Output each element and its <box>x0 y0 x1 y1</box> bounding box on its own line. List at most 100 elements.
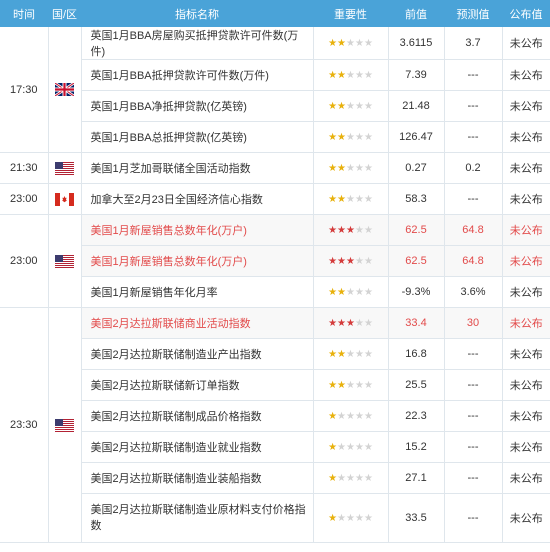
table-row[interactable]: 23:30 美国2月达拉斯联储商业活动指数 ★★★★★ 33.4 30 未公布 <box>0 307 550 543</box>
table-row[interactable]: 23:00 加拿大至2月23日全国经济信心指数 ★★★★★ 58.3 --- 未公布 <box>0 183 550 215</box>
star-filled-icon: ★ <box>337 38 347 49</box>
forecast-value: 0.2 <box>444 152 503 184</box>
indicator-name[interactable]: 美国2月达拉斯联储制造业装船指数 <box>81 462 314 494</box>
us-flag-icon <box>55 254 74 268</box>
star-empty-icon: ★ <box>363 70 373 81</box>
star-filled-icon: ★ <box>337 132 347 143</box>
indicator-name[interactable]: 美国2月达拉斯联储新订单指数 <box>81 369 314 401</box>
star-empty-icon: ★ <box>363 411 373 422</box>
published-value: 未公布 <box>502 307 550 339</box>
indicator-name[interactable]: 美国2月达拉斯联储制成品价格指数 <box>81 400 314 432</box>
header-published[interactable]: 公布值 <box>502 0 550 27</box>
uk-flag-icon <box>54 81 75 98</box>
importance-rating: ★★★★★ <box>313 276 389 308</box>
header-importance[interactable]: 重要性 <box>313 0 388 27</box>
star-empty-icon: ★ <box>354 70 364 81</box>
star-filled-icon: ★ <box>328 349 338 360</box>
published-value: 未公布 <box>502 338 550 370</box>
star-empty-icon: ★ <box>354 380 364 391</box>
star-empty-icon: ★ <box>363 513 373 524</box>
header-previous[interactable]: 前值 <box>388 0 444 27</box>
star-empty-icon: ★ <box>363 349 373 360</box>
table-row[interactable]: 21:30 美国1月芝加哥联储全国活动指数 ★★★★★ 0.27 0.2 未公布 <box>0 152 550 184</box>
indicator-name[interactable]: 美国2月达拉斯联储商业活动指数 <box>81 307 314 339</box>
star-empty-icon: ★ <box>337 473 347 484</box>
us-flag-icon <box>55 418 74 432</box>
star-empty-icon: ★ <box>346 38 355 49</box>
star-empty-icon: ★ <box>354 318 364 329</box>
table-header: 时间 国/区 指标名称 重要性 前值 预测值 公布值 <box>0 0 550 27</box>
indicator-name[interactable]: 英国1月BBA抵押贷款许可件数(万件) <box>81 59 314 91</box>
table-row[interactable]: 英国1月BBA净抵押贷款(亿英镑) ★★★★★ 21.48 --- 未公布 <box>0 90 550 122</box>
star-empty-icon: ★ <box>337 411 347 422</box>
published-value: 未公布 <box>502 121 550 153</box>
star-filled-icon: ★ <box>328 513 338 524</box>
previous-value: 3.6115 <box>388 27 445 60</box>
table-row[interactable]: 美国2月达拉斯联储制造业装船指数 ★★★★★ 27.1 --- 未公布 <box>0 462 550 494</box>
indicator-name[interactable]: 美国2月达拉斯联储制造业原材料支付价格指数 <box>81 493 314 543</box>
table-row[interactable]: 英国1月BBA抵押贷款许可件数(万件) ★★★★★ 7.39 --- 未公布 <box>0 59 550 91</box>
star-filled-icon: ★ <box>328 194 338 205</box>
star-empty-icon: ★ <box>363 225 373 236</box>
indicator-name[interactable]: 美国2月达拉斯联储制造业产出指数 <box>81 338 314 370</box>
forecast-value: --- <box>444 121 503 153</box>
star-empty-icon: ★ <box>354 287 364 298</box>
event-time: 23:00 <box>0 214 49 308</box>
header-forecast[interactable]: 预测值 <box>444 0 502 27</box>
indicator-name[interactable]: 英国1月BBA总抵押贷款(亿英镑) <box>81 121 314 153</box>
table-row[interactable]: 美国2月达拉斯联储制造业就业指数 ★★★★★ 15.2 --- 未公布 <box>0 431 550 463</box>
star-filled-icon: ★ <box>328 225 338 236</box>
table-row[interactable]: 美国2月达拉斯联储制造业产出指数 ★★★★★ 16.8 --- 未公布 <box>0 338 550 370</box>
forecast-value: 30 <box>444 307 503 339</box>
indicator-name[interactable]: 美国1月新屋销售总数年化(万户) <box>81 245 314 277</box>
star-filled-icon: ★ <box>328 411 338 422</box>
indicator-name[interactable]: 美国1月芝加哥联储全国活动指数 <box>81 152 314 184</box>
importance-rating: ★★★★★ <box>313 307 389 339</box>
star-filled-icon: ★ <box>328 101 338 112</box>
previous-value: 58.3 <box>388 183 445 215</box>
header-time[interactable]: 时间 <box>0 0 48 27</box>
importance-rating: ★★★★★ <box>313 338 389 370</box>
indicator-name[interactable]: 加拿大至2月23日全国经济信心指数 <box>81 183 314 215</box>
importance-rating: ★★★★★ <box>313 462 389 494</box>
star-filled-icon: ★ <box>337 380 347 391</box>
table-row[interactable]: 英国1月BBA总抵押贷款(亿英镑) ★★★★★ 126.47 --- 未公布 <box>0 121 550 153</box>
header-region[interactable]: 国/区 <box>48 0 81 27</box>
forecast-value: 64.8 <box>444 245 503 277</box>
published-value: 未公布 <box>502 400 550 432</box>
table-row[interactable]: 23:00 美国1月新屋销售总数年化(万户) ★★★★★ 62.5 64.8 未公布 <box>0 214 550 308</box>
previous-value: 25.5 <box>388 369 445 401</box>
indicator-name[interactable]: 英国1月BBA房屋购买抵押贷款许可件数(万件) <box>81 27 314 60</box>
indicator-name[interactable]: 美国2月达拉斯联储制造业就业指数 <box>81 431 314 463</box>
star-filled-icon: ★ <box>337 70 347 81</box>
table-row[interactable]: 17:30 英国1月BBA房屋购买抵押贷款许可件数(万件) ★★★★★ 3.6115 3… <box>0 27 550 153</box>
star-empty-icon: ★ <box>363 287 373 298</box>
star-filled-icon: ★ <box>328 318 338 329</box>
published-value: 未公布 <box>502 431 550 463</box>
star-filled-icon: ★ <box>337 318 347 329</box>
star-empty-icon: ★ <box>363 256 373 267</box>
star-filled-icon: ★ <box>337 163 347 174</box>
published-value: 未公布 <box>502 152 550 184</box>
table-row[interactable]: 美国2月达拉斯联储制造业原材料支付价格指数 ★★★★★ 33.5 --- 未公布 <box>0 493 550 543</box>
star-filled-icon: ★ <box>337 101 347 112</box>
importance-rating: ★★★★★ <box>313 400 389 432</box>
star-filled-icon: ★ <box>328 380 338 391</box>
table-row[interactable]: 美国1月新屋销售年化月率 ★★★★★ -9.3% 3.6% 未公布 <box>0 276 550 308</box>
indicator-name[interactable]: 美国1月新屋销售年化月率 <box>81 276 314 308</box>
star-empty-icon: ★ <box>363 473 373 484</box>
published-value: 未公布 <box>502 59 550 91</box>
previous-value: 33.5 <box>388 493 445 543</box>
star-empty-icon: ★ <box>363 318 373 329</box>
star-filled-icon: ★ <box>346 318 355 329</box>
table-row[interactable]: 美国2月达拉斯联储新订单指数 ★★★★★ 25.5 --- 未公布 <box>0 369 550 401</box>
table-row[interactable]: 美国1月新屋销售总数年化(万户) ★★★★★ 62.5 64.8 未公布 <box>0 245 550 277</box>
star-empty-icon: ★ <box>354 132 364 143</box>
star-empty-icon: ★ <box>346 349 355 360</box>
indicator-name[interactable]: 英国1月BBA净抵押贷款(亿英镑) <box>81 90 314 122</box>
star-empty-icon: ★ <box>354 101 364 112</box>
star-filled-icon: ★ <box>328 38 338 49</box>
table-row[interactable]: 美国2月达拉斯联储制成品价格指数 ★★★★★ 22.3 --- 未公布 <box>0 400 550 432</box>
indicator-name[interactable]: 美国1月新屋销售总数年化(万户) <box>81 214 314 246</box>
header-indicator[interactable]: 指标名称 <box>81 0 313 27</box>
